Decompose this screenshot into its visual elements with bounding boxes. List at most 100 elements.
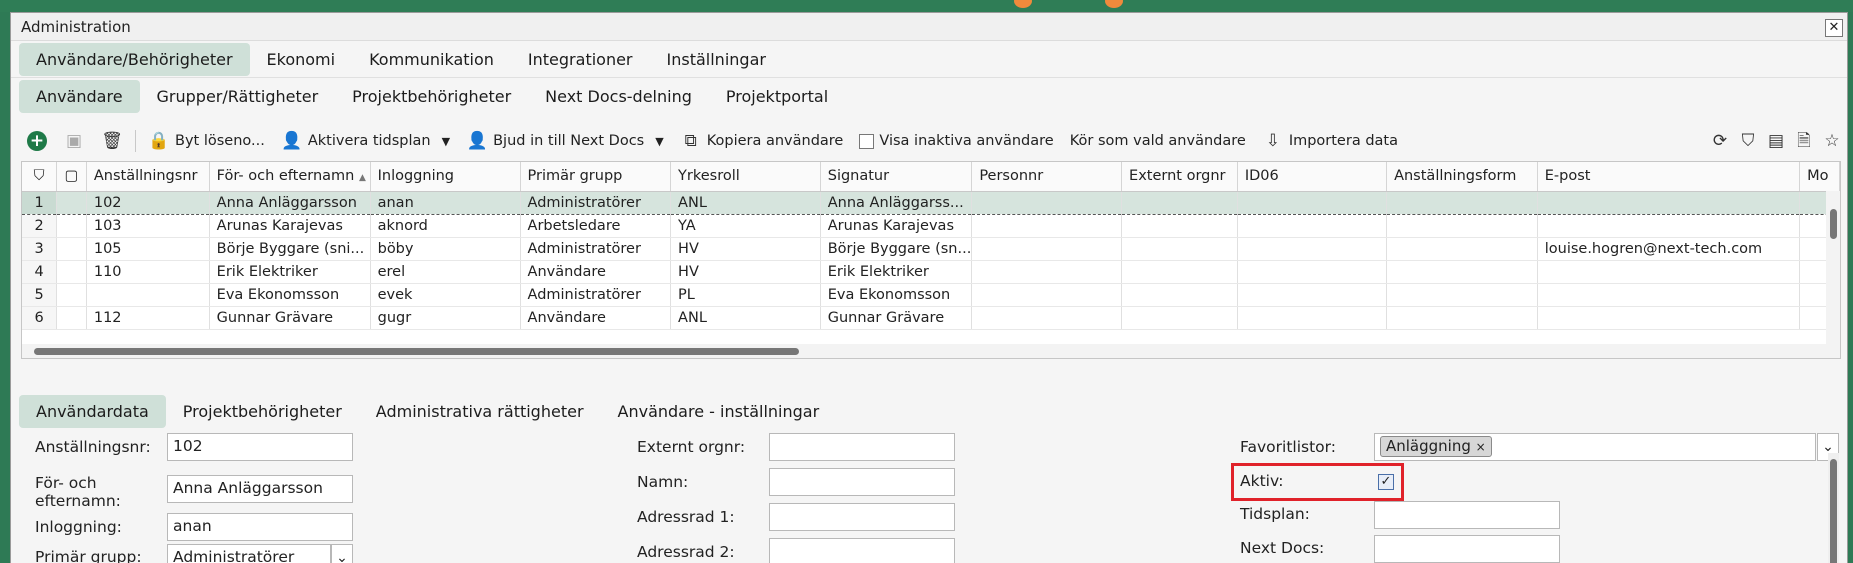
- table-cell[interactable]: Arunas Karajevas: [820, 214, 973, 238]
- column-header[interactable]: ID06: [1237, 162, 1388, 192]
- name-field[interactable]: Anna Anläggarsson: [167, 475, 353, 503]
- nextdocs-field[interactable]: [1374, 535, 1560, 563]
- row-number[interactable]: 3: [22, 237, 58, 261]
- run-as-button[interactable]: Kör som vald användare: [1062, 133, 1254, 149]
- vertical-scrollbar[interactable]: [1826, 191, 1840, 346]
- table-cell[interactable]: [1237, 190, 1388, 215]
- filter-icon[interactable]: ⛉: [1737, 130, 1759, 152]
- scrollbar-thumb[interactable]: [1830, 459, 1837, 563]
- tab-installningar[interactable]: Inställningar: [650, 43, 783, 76]
- tab-kommunikation[interactable]: Kommunikation: [352, 43, 511, 76]
- delete-button[interactable]: 🗑: [93, 130, 131, 152]
- invite-nextdocs-button[interactable]: 👤 Bjud in till Next Docs ▼: [458, 130, 672, 152]
- table-cell[interactable]: [971, 260, 1123, 284]
- table-cell[interactable]: erel: [370, 260, 521, 284]
- column-settings-icon[interactable]: ▤: [1765, 130, 1787, 152]
- table-row[interactable]: 2 103 Arunas Karajevas aknord Arbetsledare YA…: [22, 214, 1840, 238]
- table-cell[interactable]: evek: [370, 283, 521, 307]
- ext-org-field[interactable]: [769, 433, 955, 461]
- table-row[interactable]: 6 112 Gunnar Grävare gugr Användare ANL Gunnar…: [22, 306, 1840, 330]
- table-cell[interactable]: [1121, 306, 1238, 330]
- table-cell[interactable]: [1386, 260, 1538, 284]
- table-cell[interactable]: anan: [370, 190, 521, 215]
- table-cell[interactable]: [1121, 190, 1238, 215]
- table-cell[interactable]: Anna Anläggarss...: [820, 190, 973, 215]
- table-cell[interactable]: [1121, 237, 1238, 261]
- favorite-star-icon[interactable]: ☆: [1821, 130, 1843, 152]
- table-cell[interactable]: [1121, 214, 1238, 238]
- table-cell[interactable]: [1386, 283, 1538, 307]
- table-cell[interactable]: Eva Ekonomsson: [209, 283, 371, 307]
- column-header[interactable]: Personnr: [971, 162, 1123, 192]
- activate-schedule-button[interactable]: 👤 Aktivera tidsplan ▼: [273, 130, 458, 152]
- table-cell[interactable]: 112: [86, 306, 210, 330]
- table-cell[interactable]: [1237, 214, 1388, 238]
- table-cell[interactable]: 103: [86, 214, 210, 238]
- tab-administrativa-rattigheter[interactable]: Administrativa rättigheter: [359, 395, 601, 428]
- row-note-cell[interactable]: [56, 260, 87, 284]
- column-header[interactable]: Signatur: [820, 162, 973, 192]
- change-password-button[interactable]: 🔒 Byt löseno...: [140, 130, 273, 152]
- tab-anvandare-behorigheter[interactable]: Användare/Behörigheter: [19, 42, 250, 76]
- close-icon[interactable]: ✕: [1825, 19, 1843, 37]
- scrollbar-thumb[interactable]: [34, 348, 799, 355]
- table-cell[interactable]: Anna Anläggarsson: [209, 190, 371, 215]
- table-cell[interactable]: [971, 283, 1123, 307]
- copy-user-button[interactable]: ⧉ Kopiera användare: [672, 130, 852, 152]
- table-cell[interactable]: Administratörer: [520, 237, 672, 261]
- table-cell[interactable]: Börje Byggare (sni...: [209, 237, 371, 261]
- table-cell[interactable]: [1537, 214, 1801, 238]
- table-cell[interactable]: [1386, 190, 1538, 215]
- tab-anvandare[interactable]: Användare: [19, 80, 140, 113]
- table-cell[interactable]: [971, 214, 1123, 238]
- table-cell[interactable]: [1237, 306, 1388, 330]
- table-cell[interactable]: Eva Ekonomsson: [820, 283, 973, 307]
- table-cell[interactable]: böby: [370, 237, 521, 261]
- table-cell[interactable]: [1237, 260, 1388, 284]
- filter-icon[interactable]: ⛉: [22, 162, 58, 192]
- table-cell[interactable]: Användare: [520, 260, 672, 284]
- table-cell[interactable]: Gunnar Grävare: [820, 306, 973, 330]
- table-cell[interactable]: louise.hogren@next-tech.com: [1537, 237, 1801, 261]
- table-cell[interactable]: Arbetsledare: [520, 214, 672, 238]
- column-header[interactable]: Yrkesroll: [670, 162, 821, 192]
- table-cell[interactable]: [1237, 237, 1388, 261]
- table-cell[interactable]: HV: [670, 237, 821, 261]
- table-cell[interactable]: Administratörer: [520, 283, 672, 307]
- row-note-cell[interactable]: [56, 214, 87, 238]
- save-button[interactable]: ▣: [55, 130, 93, 152]
- row-number[interactable]: 6: [22, 306, 58, 330]
- tab-anvandardata[interactable]: Användardata: [19, 394, 166, 428]
- namn-field[interactable]: [769, 468, 955, 496]
- show-inactive-toggle[interactable]: Visa inaktiva användare: [851, 133, 1061, 149]
- table-cell[interactable]: Användare: [520, 306, 672, 330]
- table-row[interactable]: 5 Eva Ekonomsson evek Administratörer PL Eva …: [22, 283, 1840, 307]
- addr2-field[interactable]: [769, 538, 955, 563]
- table-cell[interactable]: Gunnar Grävare: [209, 306, 371, 330]
- show-inactive-checkbox[interactable]: [859, 133, 875, 149]
- table-cell[interactable]: [1386, 214, 1538, 238]
- excel-export-icon[interactable]: 🗎: [1793, 130, 1815, 152]
- column-header[interactable]: Mo: [1799, 162, 1840, 192]
- addr1-field[interactable]: [769, 503, 955, 531]
- table-row[interactable]: 1 102 Anna Anläggarsson anan Administratörer…: [22, 190, 1840, 215]
- tab-projektbehorigheter-detail[interactable]: Projektbehörigheter: [166, 395, 359, 428]
- emp-no-field[interactable]: 102: [167, 433, 353, 461]
- table-cell[interactable]: HV: [670, 260, 821, 284]
- tab-grupper-rattigheter[interactable]: Grupper/Rättigheter: [140, 80, 336, 113]
- row-number[interactable]: 1: [22, 190, 58, 215]
- column-header[interactable]: Externt orgnr: [1121, 162, 1238, 192]
- remove-tag-icon[interactable]: ×: [1476, 440, 1486, 454]
- schedule-field[interactable]: [1374, 501, 1560, 529]
- table-cell[interactable]: [1121, 260, 1238, 284]
- horizontal-scrollbar[interactable]: [22, 344, 1840, 358]
- table-cell[interactable]: Erik Elektriker: [209, 260, 371, 284]
- scrollbar-thumb[interactable]: [1830, 209, 1837, 239]
- table-cell[interactable]: [971, 190, 1123, 215]
- row-number[interactable]: 4: [22, 260, 58, 284]
- row-note-cell[interactable]: [56, 237, 87, 261]
- tab-projektportal[interactable]: Projektportal: [709, 80, 845, 113]
- table-cell[interactable]: [1537, 306, 1801, 330]
- table-cell[interactable]: [971, 306, 1123, 330]
- column-header[interactable]: Anställningsform: [1386, 162, 1538, 192]
